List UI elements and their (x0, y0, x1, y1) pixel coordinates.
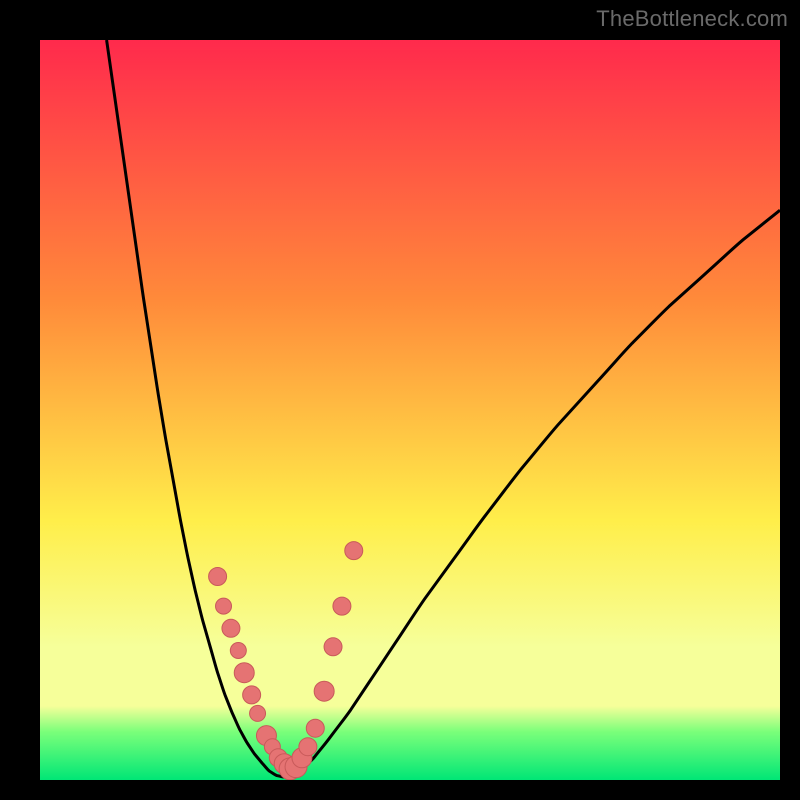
data-point (243, 686, 261, 704)
data-point (345, 542, 363, 560)
marker-group (209, 542, 363, 780)
bottleneck-curve (107, 40, 780, 777)
data-point (222, 619, 240, 637)
data-point (216, 598, 232, 614)
data-point (333, 597, 351, 615)
watermark-text: TheBottleneck.com (596, 6, 788, 32)
chart-frame: TheBottleneck.com (0, 0, 800, 800)
plot-area (40, 40, 780, 780)
data-point (299, 738, 317, 756)
data-point (209, 568, 227, 586)
data-point (230, 643, 246, 659)
data-point (314, 681, 334, 701)
data-point (306, 719, 324, 737)
data-point (234, 663, 254, 683)
chart-svg (40, 40, 780, 780)
data-point (324, 638, 342, 656)
data-point (250, 705, 266, 721)
